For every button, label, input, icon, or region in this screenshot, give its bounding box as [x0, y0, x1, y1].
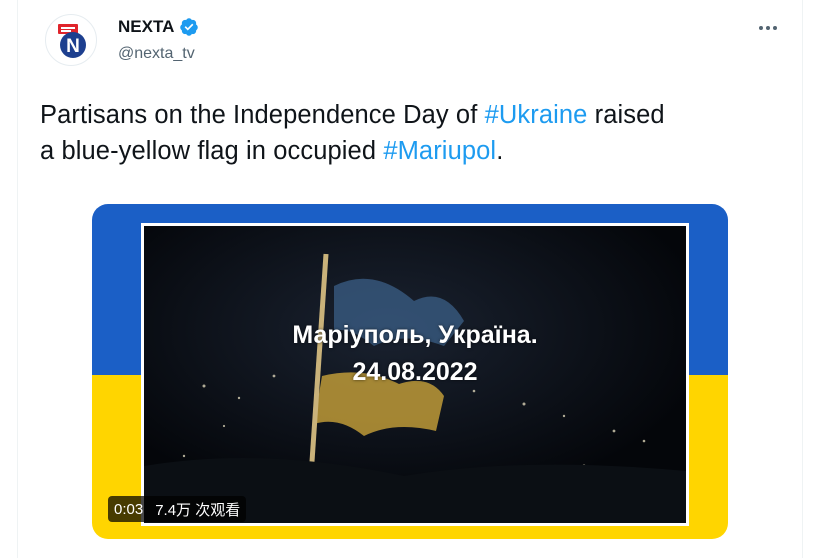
- nexta-logo-icon: N: [58, 24, 86, 58]
- tweet-text-segment: raised: [587, 101, 665, 129]
- video-info-badge: 0:03 7.4万 次观看: [108, 496, 247, 522]
- avatar[interactable]: N: [45, 14, 97, 66]
- video-frame[interactable]: Маріуполь, Україна. 24.08.2022: [141, 223, 689, 526]
- tweet-text: Partisans on the Independence Day of #Uk…: [40, 97, 800, 169]
- svg-text:N: N: [66, 36, 80, 57]
- video-duration: 0:03: [114, 500, 144, 518]
- author-name[interactable]: NEXTA: [118, 17, 174, 37]
- video-player[interactable]: Маріуполь, Україна. 24.08.2022: [92, 204, 728, 539]
- video-overlay-date: 24.08.2022: [352, 358, 478, 386]
- verified-badge-icon: [180, 18, 199, 36]
- hashtag-ukraine-link[interactable]: #Ukraine: [485, 101, 588, 129]
- tweet-text-segment: .: [496, 137, 504, 165]
- hashtag-mariupol-link[interactable]: #Mariupol: [383, 137, 496, 165]
- author-handle[interactable]: @nexta_tv: [118, 45, 195, 63]
- video-overlay-location: Маріуполь, Україна.: [292, 321, 538, 349]
- tweet-text-line-1: Partisans on the Independence Day of #Uk…: [40, 97, 800, 133]
- video-view-count: 7.4万 次观看: [155, 501, 241, 519]
- author-name-row[interactable]: NEXTA: [118, 17, 199, 37]
- tweet-text-segment: Partisans on the Independence Day of: [40, 101, 485, 129]
- tweet-text-line-2: a blue-yellow flag in occupied #Mariupol…: [40, 133, 800, 169]
- more-options-button[interactable]: [752, 14, 784, 42]
- tweet-text-segment: a blue-yellow flag in occupied: [40, 137, 384, 165]
- more-horizontal-icon: [759, 26, 777, 30]
